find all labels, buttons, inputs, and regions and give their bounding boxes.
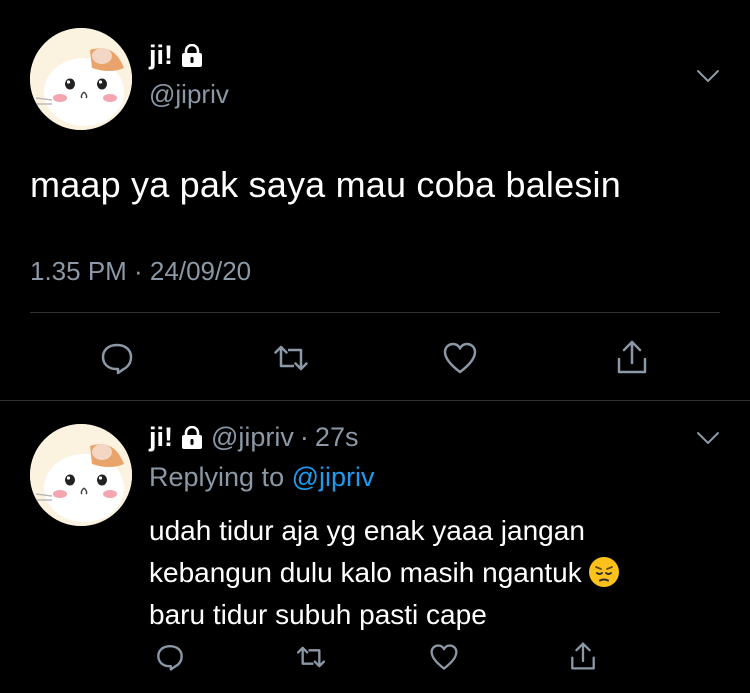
reply-avatar[interactable] xyxy=(30,424,132,526)
share-button[interactable] xyxy=(563,636,603,676)
tweet-timestamp[interactable]: 1.35 PM · 24/09/20 xyxy=(30,256,251,287)
handle[interactable]: @jipriv xyxy=(149,79,229,110)
reply-button[interactable] xyxy=(150,637,190,677)
chevron-down-icon[interactable] xyxy=(696,68,720,84)
share-icon xyxy=(617,340,647,374)
retweet-button[interactable] xyxy=(269,336,313,380)
replying-mention-link[interactable]: @jipriv xyxy=(292,462,375,492)
like-button[interactable] xyxy=(424,637,464,677)
comment-icon xyxy=(101,343,133,375)
divider xyxy=(30,312,720,313)
share-icon xyxy=(571,642,595,670)
hamster-avatar-icon xyxy=(30,28,132,130)
reply-line: udah tidur aja yg enak yaaa jangan xyxy=(149,515,585,546)
heart-icon xyxy=(443,342,477,374)
reply-separator: · xyxy=(299,422,309,452)
retweet-icon xyxy=(296,646,326,668)
reply-header: ji! @jipriv · 27s xyxy=(149,422,358,453)
display-name[interactable]: ji! xyxy=(149,40,203,71)
tweet-text: maap ya pak saya mau coba balesin xyxy=(30,164,621,205)
hamster-avatar-icon xyxy=(30,424,132,526)
reply-handle[interactable]: @jipriv xyxy=(211,422,294,453)
comment-icon xyxy=(157,645,183,671)
replying-prefix: Replying to xyxy=(149,462,285,492)
share-button[interactable] xyxy=(610,334,654,380)
reply-button[interactable] xyxy=(95,336,139,380)
retweet-button[interactable] xyxy=(291,637,331,677)
reply-display-name[interactable]: ji! xyxy=(149,422,173,453)
like-button[interactable] xyxy=(438,336,482,380)
thread-divider xyxy=(0,400,750,401)
reply-time[interactable]: 27s xyxy=(315,422,359,453)
replying-to: Replying to @jipriv xyxy=(149,462,375,493)
heart-icon xyxy=(430,644,458,670)
display-name-text[interactable]: ji! xyxy=(149,40,173,71)
lock-icon xyxy=(182,425,202,449)
reply-line: baru tidur subuh pasti cape xyxy=(149,599,487,630)
reply-line: kebangun dulu kalo masih ngantuk xyxy=(149,557,582,588)
reply-line-with-emoji: kebangun dulu kalo masih ngantuk xyxy=(149,552,729,594)
reply-text: udah tidur aja yg enak yaaa jangan keban… xyxy=(149,510,729,636)
retweet-icon xyxy=(274,345,308,371)
chevron-down-icon[interactable] xyxy=(696,430,720,446)
lock-icon xyxy=(182,43,202,67)
pensive-face-emoji-icon xyxy=(588,557,619,587)
avatar[interactable] xyxy=(30,28,132,130)
